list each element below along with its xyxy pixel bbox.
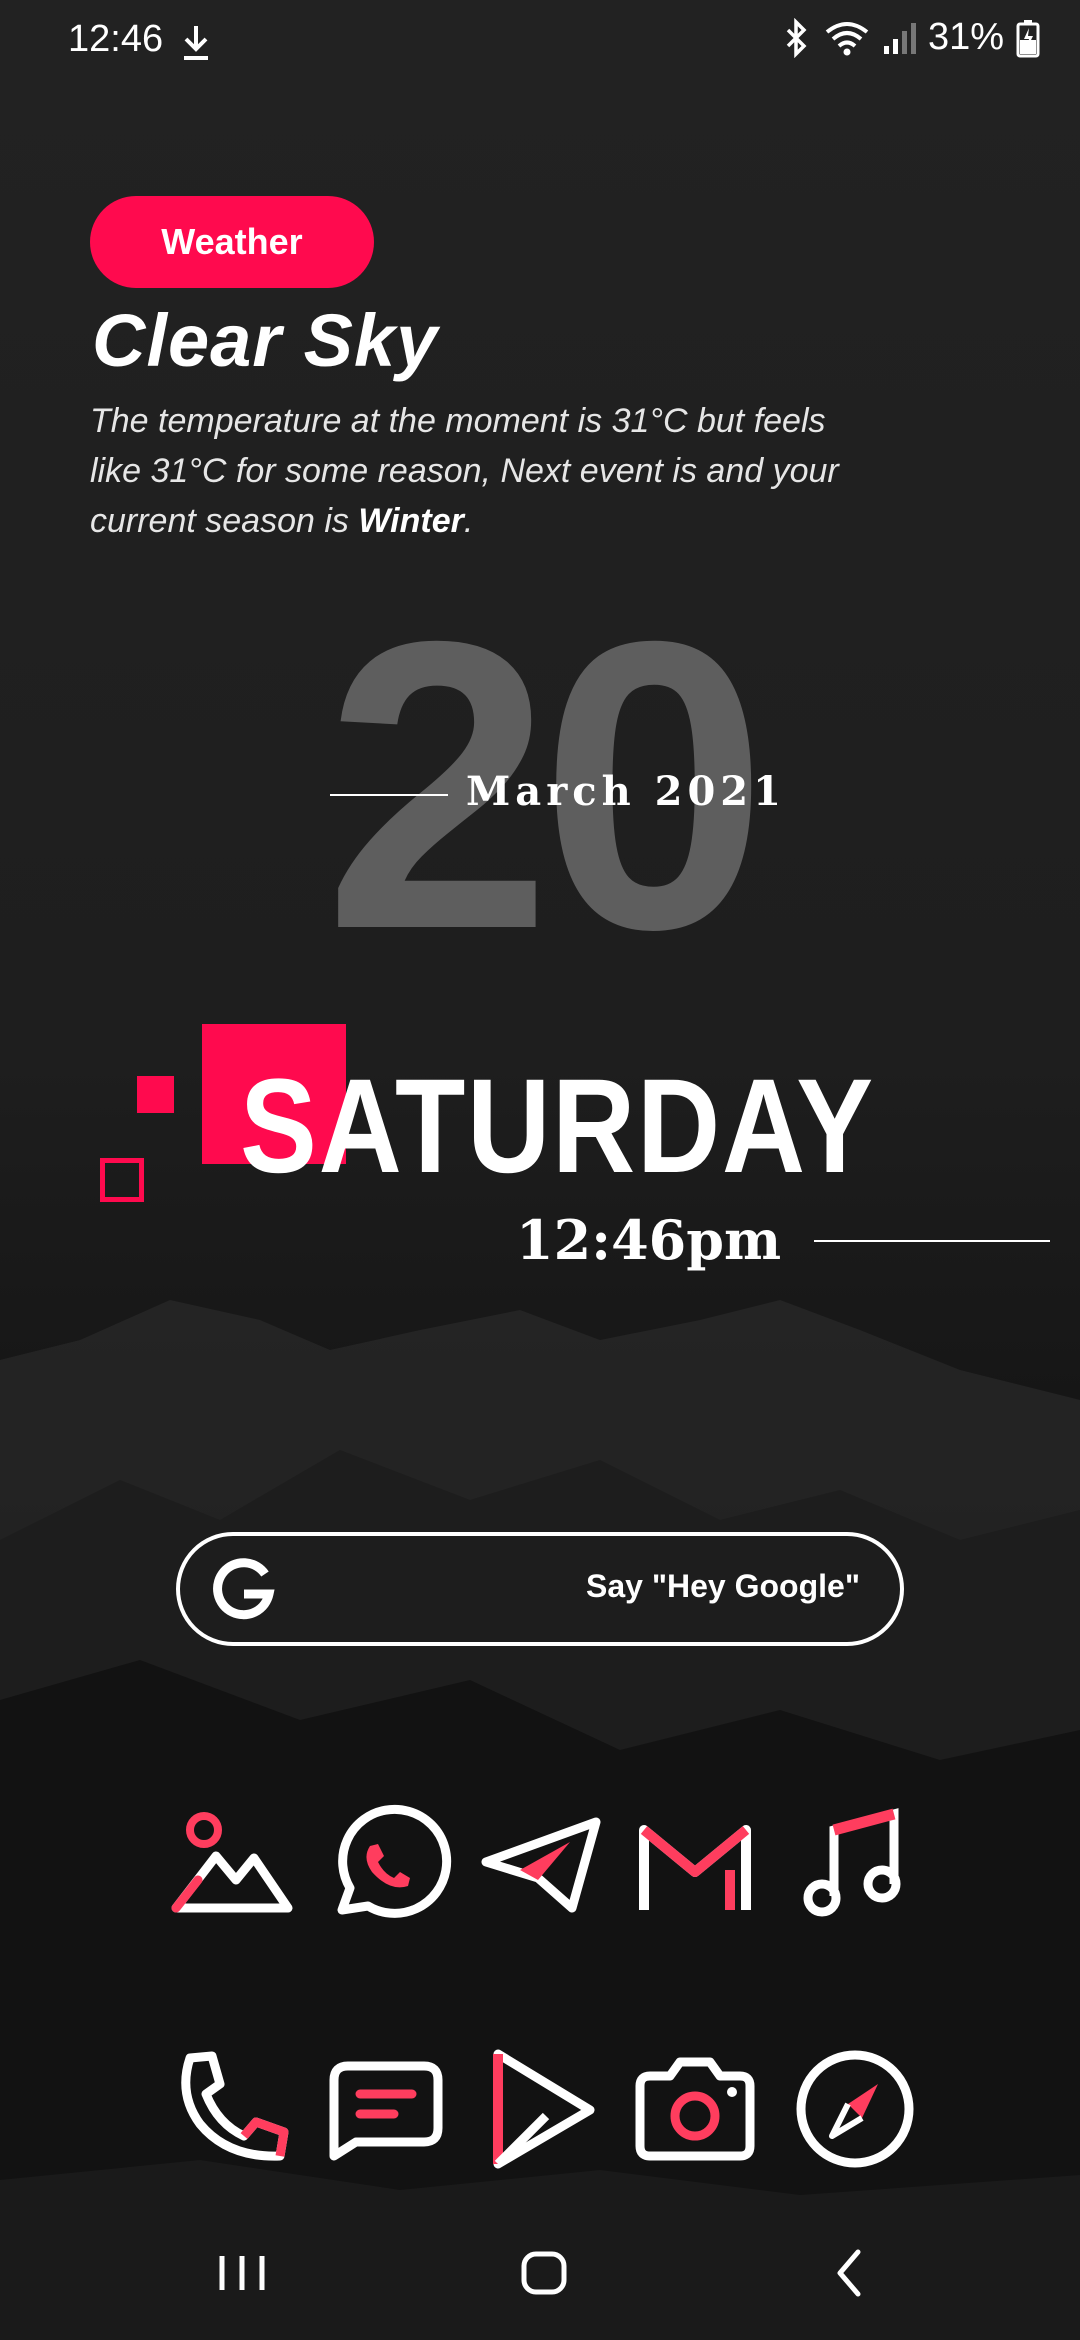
messages-icon — [329, 2061, 443, 2161]
weekday: SATURDAY — [240, 1052, 875, 1201]
play-store-app[interactable] — [476, 2044, 606, 2174]
home-button[interactable] — [494, 2228, 594, 2318]
gmail-icon — [639, 1825, 751, 1910]
phone-app[interactable] — [168, 2044, 298, 2174]
phone-icon — [181, 2051, 289, 2161]
gallery-icon — [171, 1812, 293, 1913]
decor-square-small — [137, 1076, 174, 1113]
status-icons: 31% — [782, 16, 1040, 59]
telegram-app[interactable] — [476, 1800, 606, 1930]
back-button[interactable] — [800, 2228, 900, 2318]
gallery-app[interactable] — [168, 1800, 298, 1930]
decor-square-outline — [100, 1158, 144, 1202]
bluetooth-icon — [786, 17, 807, 58]
whatsapp-app[interactable] — [320, 1800, 452, 1930]
date-divider — [330, 794, 448, 796]
camera-app[interactable] — [630, 2044, 760, 2174]
whatsapp-icon — [337, 1804, 452, 1918]
messages-app[interactable] — [320, 2044, 450, 2174]
navigation-bar — [0, 2210, 1080, 2340]
browser-compass-icon — [796, 2050, 914, 2168]
status-time: 12:46 — [68, 18, 164, 60]
signal-icon — [883, 22, 916, 54]
music-icon — [803, 1808, 901, 1917]
weather-condition: Clear Sky — [92, 299, 439, 382]
time-divider — [814, 1240, 1050, 1242]
home-screen: 12:46 31% Weather Clear Sky The temperat… — [0, 0, 1080, 2340]
weather-season: Winter — [358, 502, 464, 540]
google-g-icon[interactable] — [208, 1556, 278, 1626]
wifi-icon — [825, 21, 869, 55]
music-app[interactable] — [790, 1800, 920, 1930]
google-search-bar[interactable]: Say "Hey Google" — [176, 1532, 904, 1646]
browser-app[interactable] — [790, 2044, 920, 2174]
battery-charging-icon — [1016, 19, 1040, 57]
battery-percent: 31% — [927, 16, 1004, 58]
clock-time[interactable]: 12:46pm — [516, 1208, 781, 1272]
month-year: March 2021 — [466, 768, 786, 815]
camera-icon — [635, 2057, 755, 2161]
weather-description-end: . — [463, 502, 474, 540]
weather-description: The temperature at the moment is 31°C bu… — [90, 396, 850, 546]
telegram-icon — [481, 1817, 601, 1913]
gmail-app[interactable] — [630, 1800, 760, 1930]
download-icon — [184, 26, 208, 60]
status-bar: 12:46 31% — [0, 0, 1080, 84]
voice-search-hint[interactable]: Say "Hey Google" — [586, 1568, 860, 1605]
play-store-icon — [493, 2049, 595, 2169]
weather-badge[interactable]: Weather — [90, 196, 374, 288]
recents-button[interactable] — [192, 2228, 292, 2318]
